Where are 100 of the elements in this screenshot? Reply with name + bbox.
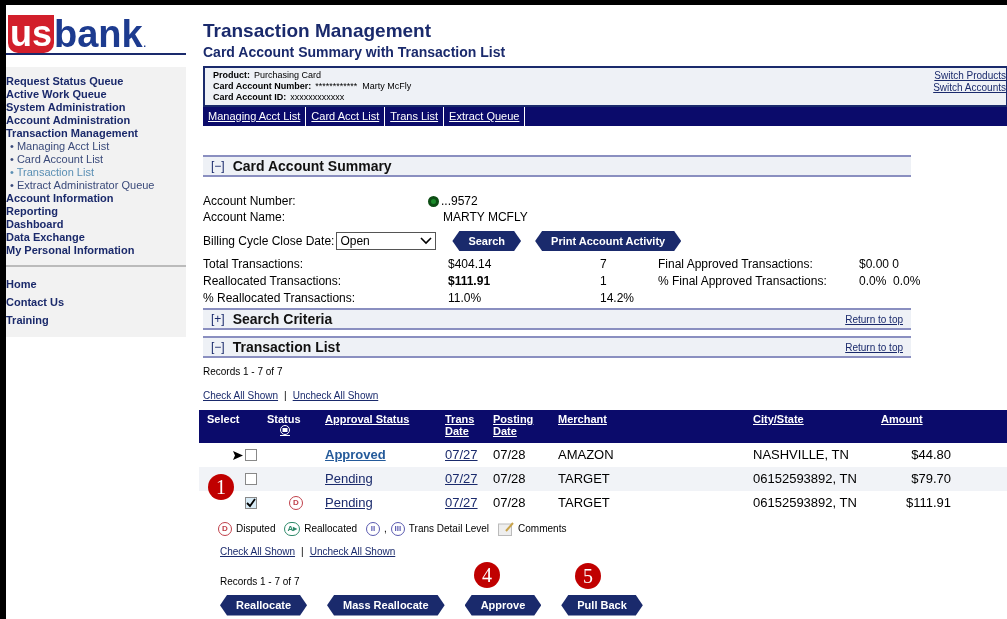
stat-count: 14.2%	[600, 290, 636, 307]
column-header[interactable]: Posting Date	[493, 413, 558, 437]
sidebar-item[interactable]: Training	[6, 311, 186, 329]
sidebar-subitem[interactable]: • Card Account List	[6, 153, 186, 166]
callout-number: 5	[575, 563, 601, 589]
sidebar-item[interactable]: Data Exchange	[6, 231, 186, 244]
approval-status-link[interactable]: Approved	[325, 447, 386, 463]
stat-amount: $404.14	[448, 256, 493, 273]
sidebar-item[interactable]: Transaction Management	[6, 127, 186, 140]
action-button[interactable]: Mass Reallocate	[327, 595, 445, 616]
field-label: Account Number:	[203, 193, 297, 209]
sidebar-item[interactable]: Account Information	[6, 192, 186, 205]
nav-tab[interactable]: Managing Acct List	[203, 107, 307, 126]
column-header[interactable]: City/State	[753, 413, 804, 425]
sidebar-item[interactable]: System Administration	[6, 101, 186, 114]
nav-tab[interactable]: Card Acct List	[306, 107, 386, 126]
page-title: Transaction Management	[203, 19, 433, 43]
sidebar-item[interactable]: Reporting	[6, 205, 186, 218]
action-button[interactable]: Reallocate	[220, 595, 308, 616]
toggle-link[interactable]: [−]	[211, 338, 225, 356]
stat-value: 0.0% 0.0%	[859, 273, 921, 290]
nav-tab[interactable]: Trans List	[385, 107, 445, 126]
records-count: Records 1 - 7 of 7	[220, 575, 301, 589]
info-value: Purchasing Card	[254, 70, 322, 81]
amount: $79.70	[911, 471, 951, 487]
legend-label: Trans Detail Level	[408, 522, 490, 536]
legend-label: Reallocated	[304, 522, 358, 536]
toggle-link[interactable]: [+]	[211, 310, 225, 328]
stat-count: 7	[600, 256, 608, 273]
stat-value: $0.00 0	[859, 256, 900, 273]
info-label: Product:	[213, 70, 250, 81]
city-state: 06152593892, TN	[753, 471, 857, 487]
stat-label: Final Approved Transactions:	[658, 256, 814, 273]
search-button[interactable]: Search	[452, 231, 522, 251]
info-value: xxxxxxxxxxxx	[290, 92, 345, 103]
row-checkbox[interactable]	[245, 473, 257, 485]
column-header[interactable]: Trans Date	[445, 413, 493, 437]
link-separator: |	[284, 389, 287, 403]
sidebar-subitem[interactable]: • Managing Acct List	[6, 140, 186, 153]
status-header-icon	[279, 425, 291, 436]
link-separator: |	[301, 545, 304, 559]
return-to-top-link[interactable]: Return to top	[845, 311, 903, 327]
chevron-down-icon	[420, 237, 433, 245]
info-label: Card Account ID:	[213, 92, 287, 103]
info-value: ************ Marty McFly	[315, 81, 412, 92]
action-button[interactable]: Pull Back	[561, 595, 643, 616]
stat-label: % Reallocated Transactions:	[203, 290, 357, 307]
sidebar-item[interactable]: Dashboard	[6, 218, 186, 231]
trans-date-link[interactable]: 07/27	[445, 495, 478, 511]
switch-link[interactable]: Switch Accounts	[933, 82, 1006, 94]
column-header[interactable]: Merchant	[558, 413, 607, 425]
column-header[interactable]: Amount	[881, 413, 923, 425]
trans-date-link[interactable]: 07/27	[445, 447, 478, 463]
merchant-name: AMAZON	[558, 447, 614, 463]
legend-label: Disputed	[236, 522, 276, 536]
field-value: ...9572	[441, 193, 478, 209]
row-checkbox[interactable]	[245, 497, 257, 509]
bank-logo: usbank.	[6, 5, 186, 55]
amount: $44.80	[911, 447, 951, 463]
section-title: Transaction List	[232, 337, 341, 357]
callout-number: 4	[474, 562, 500, 588]
sidebar-item[interactable]: My Personal Information	[6, 244, 186, 257]
trans-date-link[interactable]: 07/27	[445, 471, 478, 487]
uncheck-all-link[interactable]: Uncheck All Shown	[309, 544, 396, 559]
return-to-top-link[interactable]: Return to top	[845, 339, 903, 355]
stat-label: Total Transactions:	[203, 256, 305, 273]
city-state: 06152593892, TN	[753, 495, 857, 511]
sidebar-item[interactable]: Active Work Queue	[6, 88, 186, 101]
column-header[interactable]: Approval Status	[325, 413, 410, 425]
action-button[interactable]: Approve	[464, 595, 542, 616]
approval-status-link[interactable]: Pending	[325, 495, 373, 511]
page-subtitle: Card Account Summary with Transaction List	[203, 43, 507, 61]
switch-link[interactable]: Switch Products	[934, 70, 1006, 82]
column-header: Select	[207, 413, 240, 425]
stat-amount: 11.0%	[448, 290, 483, 307]
stat-label: Reallocated Transactions:	[203, 273, 343, 290]
billing-cycle-dropdown[interactable]: Open	[336, 232, 437, 250]
stat-count: 1	[600, 273, 608, 290]
sidebar-item[interactable]: Home	[6, 275, 186, 293]
column-header: Status	[267, 413, 301, 425]
note-icon	[498, 521, 515, 536]
check-all-link[interactable]: Check All Shown	[203, 388, 279, 403]
posting-date: 07/28	[493, 495, 526, 511]
field-label: Billing Cycle Close Date:	[203, 233, 335, 249]
nav-tab[interactable]: Extract Queue	[444, 107, 526, 126]
row-checkbox[interactable]	[245, 449, 257, 461]
sidebar-subitem[interactable]: • Extract Administrator Queue	[6, 179, 186, 192]
posting-date: 07/28	[493, 447, 526, 463]
approval-status-link[interactable]: Pending	[325, 471, 373, 487]
sidebar-item[interactable]: Request Status Queue	[6, 75, 186, 88]
toggle-link[interactable]: [−]	[211, 157, 225, 175]
print-button[interactable]: Print Account Activity	[535, 231, 682, 251]
info-label: Card Account Number:	[213, 81, 312, 92]
section-title: Card Account Summary	[232, 156, 392, 176]
sidebar-item[interactable]: Account Administration	[6, 114, 186, 127]
sidebar-item[interactable]: Contact Us	[6, 293, 186, 311]
stat-amount: $111.91	[448, 273, 492, 290]
legend-label: Comments	[518, 522, 567, 536]
uncheck-all-link[interactable]: Uncheck All Shown	[292, 388, 379, 403]
check-all-link[interactable]: Check All Shown	[220, 544, 296, 559]
